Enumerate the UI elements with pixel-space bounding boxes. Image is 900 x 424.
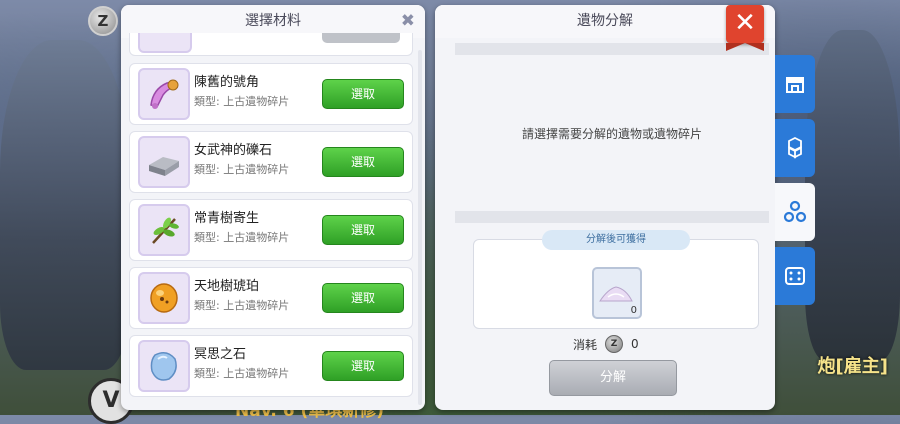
- item-type: 類型: 上古遺物碎片: [194, 367, 290, 380]
- cost-label: 消耗: [573, 337, 598, 352]
- dice-icon: [785, 267, 805, 285]
- relic-decompose-panel: 遺物分解 請選擇需要分解的遺物或遺物碎片 分解後可獲得 0 消耗 Z 0 分解: [435, 5, 775, 410]
- panel-title: 遺物分解: [577, 13, 633, 29]
- material-list: 陳舊的號角 類型: 上古遺物碎片 選取 女武神的礫石 類型: 上古遺物碎片 選取: [121, 63, 425, 403]
- item-type: 類型: 上古遺物碎片: [194, 163, 290, 176]
- list-scrollbar[interactable]: [418, 50, 422, 405]
- relic-decompose-header: 遺物分解: [435, 5, 775, 38]
- shop-icon: [786, 77, 804, 93]
- decompose-button[interactable]: 分解: [549, 360, 677, 396]
- stone-brick-icon: [138, 136, 190, 188]
- select-button[interactable]: 選取: [322, 215, 404, 245]
- result-count: 0: [630, 305, 637, 316]
- select-relic-prompt: 請選擇需要分解的遺物或遺物碎片: [521, 127, 702, 141]
- list-item: 冥思之石 類型: 上古遺物碎片 選取: [129, 335, 413, 397]
- horn-icon: [138, 68, 190, 120]
- cost-row: 消耗 Z 0: [573, 335, 639, 353]
- result-item-slot[interactable]: 0: [592, 267, 642, 319]
- item-name: 常青樹寄生: [194, 211, 260, 226]
- list-item: 女武神的礫石 類型: 上古遺物碎片 選取: [129, 131, 413, 193]
- select-button[interactable]: 選取: [322, 79, 404, 109]
- drop-area-bottom-bar: [455, 211, 769, 223]
- list-item: 陳舊的號角 類型: 上古遺物碎片 選取: [129, 63, 413, 125]
- select-button[interactable]: 選取: [322, 283, 404, 313]
- tab-decompose[interactable]: [775, 183, 815, 241]
- select-button[interactable]: 選取: [322, 147, 404, 177]
- background-character-left: [0, 40, 130, 370]
- tab-shop[interactable]: [775, 55, 815, 113]
- mistletoe-icon: [138, 204, 190, 256]
- cost-value: 0: [631, 337, 639, 351]
- list-item: 常青樹寄生 類型: 上古遺物碎片 選取: [129, 199, 413, 261]
- decompose-result-box: 分解後可獲得 0: [473, 230, 759, 329]
- select-material-panel: 選擇材料 ✖ 陳舊的號角 類型: 上古遺物碎片 選取 女武神的礫石 類型: 上古…: [121, 5, 425, 410]
- panel-title: 選擇材料: [245, 13, 301, 29]
- item-name: 陳舊的號角: [194, 75, 260, 90]
- result-title: 分解後可獲得: [542, 230, 690, 250]
- select-button-partial[interactable]: [322, 33, 400, 43]
- item-thumbnail: [138, 33, 192, 53]
- item-type: 類型: 上古遺物碎片: [194, 231, 290, 244]
- tab-cubes[interactable]: [775, 119, 815, 177]
- side-tab-bar: [775, 55, 815, 311]
- list-item-partial: [129, 33, 413, 56]
- item-name: 女武神的礫石: [194, 143, 273, 158]
- amber-icon: [138, 272, 190, 324]
- tab-dice[interactable]: [775, 247, 815, 305]
- zeny-coin-icon: Z: [605, 335, 624, 353]
- background-npc-label: 炮[雇主]: [817, 356, 888, 377]
- select-button[interactable]: 選取: [322, 351, 404, 381]
- close-window-button[interactable]: ✕: [726, 5, 764, 51]
- list-item: 天地樹琥珀 類型: 上古遺物碎片 選取: [129, 267, 413, 329]
- crystal-icon: [138, 340, 190, 392]
- item-name: 天地樹琥珀: [194, 279, 260, 294]
- background-character-right: [805, 30, 900, 360]
- item-type: 類型: 上古遺物碎片: [194, 95, 290, 108]
- decompose-icon: [783, 200, 807, 223]
- relic-drop-area[interactable]: 請選擇需要分解的遺物或遺物碎片: [455, 43, 769, 223]
- drop-area-top-bar: [455, 43, 769, 55]
- cubes-icon: [788, 136, 802, 159]
- item-type: 類型: 上古遺物碎片: [194, 299, 290, 312]
- item-name: 冥思之石: [194, 347, 247, 362]
- zeny-badge-icon: Z: [88, 6, 118, 36]
